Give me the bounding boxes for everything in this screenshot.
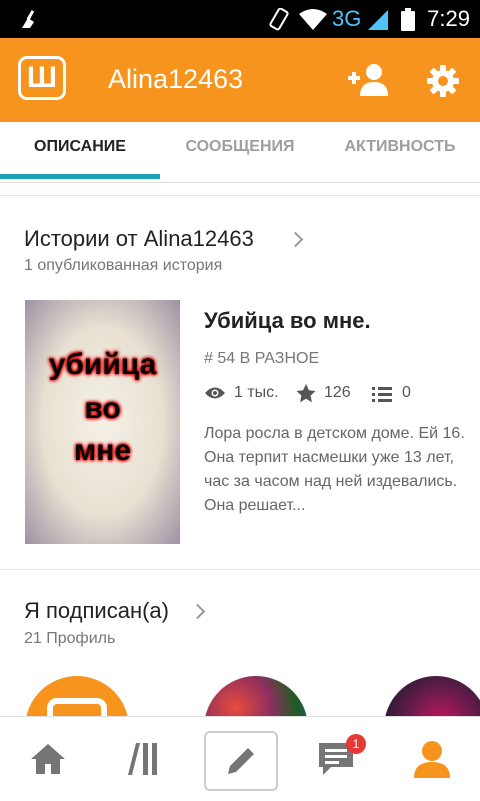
following-section-title[interactable]: Я подписан(а) [24,598,169,624]
story-parts: 0 [402,384,411,401]
gear-icon[interactable] [426,64,460,98]
home-icon [31,744,65,774]
add-friend-icon[interactable] [346,62,390,98]
chevron-right-icon[interactable] [189,603,206,620]
wattpad-logo[interactable]: Ш [18,56,66,100]
profile-icon [414,741,450,778]
divider [0,569,480,570]
network-type: 3G [332,6,362,31]
tab-description[interactable]: ОПИСАНИЕ [0,122,160,182]
profile-username: Alina12463 [108,64,244,94]
clock: 7:29 [427,6,470,31]
list-icon [372,387,392,402]
active-tab-indicator [0,174,160,179]
stories-count: 1 опубликованная история [24,257,223,274]
nav-library[interactable] [96,717,192,801]
tab-activity[interactable]: АКТИВНОСТЬ [320,122,480,182]
story-description: Лора росла в детском доме. Ей 16. Она те… [204,425,465,514]
story-cover[interactable]: убийца во мне [25,300,180,544]
nav-messages[interactable] [288,717,384,801]
star-icon [296,384,316,403]
library-icon [128,743,157,775]
chevron-right-icon[interactable] [287,231,304,248]
divider [0,195,480,196]
signal-icon [368,10,388,30]
story-title[interactable]: Убийца во мне. [204,308,371,334]
nav-home[interactable] [0,717,96,801]
eye-icon [205,387,225,399]
bottom-navigation [0,716,480,801]
nav-write[interactable] [204,731,278,791]
following-count: 21 Профиль [24,630,116,647]
battery-icon [401,8,415,31]
cleaner-icon [22,10,35,28]
cover-text-line: убийца [48,348,157,381]
status-bar: 3G 7:29 [0,0,480,38]
rotate-icon [269,8,289,31]
story-category-rank: # 54 В РАЗНОЕ [204,350,320,367]
story-votes: 126 [324,384,351,401]
app-bar: Ш Alina12463 [0,38,480,122]
pencil-icon [228,748,254,774]
story-reads: 1 тыс. [234,384,279,401]
wifi-icon [299,9,327,30]
cover-text-line: мне [74,434,131,467]
stories-section-title[interactable]: Истории от Alina12463 [24,226,254,252]
tab-messages[interactable]: СООБЩЕНИЯ [160,122,320,182]
nav-profile[interactable] [384,717,480,801]
messages-badge: 1 [346,734,366,754]
cover-text-line: во [84,392,121,425]
